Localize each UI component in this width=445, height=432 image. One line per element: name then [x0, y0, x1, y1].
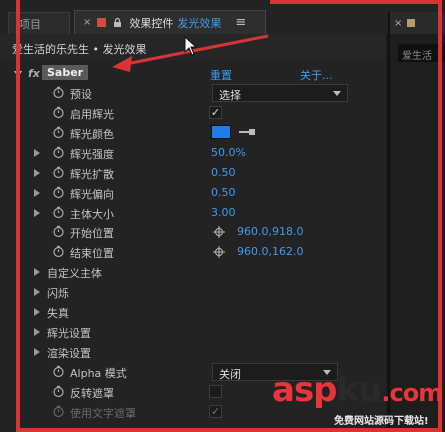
watermark-logo: aspku.com: [272, 370, 443, 410]
panel-color-icon: [407, 19, 416, 27]
chevron-right-icon[interactable]: [34, 209, 40, 217]
mouse-cursor-icon: [184, 36, 198, 56]
glow-intensity-value[interactable]: 50.0%: [211, 146, 246, 159]
tab-layer-name: 发光效果: [177, 16, 222, 30]
stopwatch-icon[interactable]: [52, 206, 65, 219]
prop-row-enable-glow: 启用辉光 ✓: [0, 103, 386, 123]
chevron-right-icon[interactable]: [34, 348, 40, 356]
glow-color-swatch[interactable]: [211, 125, 231, 139]
group-label: 自定义主体: [47, 267, 102, 280]
right-panel: × 爱生活: [388, 12, 445, 432]
lock-icon[interactable]: [112, 17, 123, 28]
prop-label: 结束位置: [70, 247, 114, 260]
tab-effect-controls[interactable]: × 效果控件 发光效果 ≡: [74, 10, 266, 34]
prop-row-glow-spread: 辉光扩散 0.50: [0, 163, 386, 183]
chevron-down-icon[interactable]: [14, 71, 22, 77]
annotation-box-top: [270, 0, 442, 4]
glow-spread-value[interactable]: 0.50: [211, 166, 236, 179]
group-label: 闪烁: [47, 287, 69, 300]
prop-row-end-pos: 结束位置 960.0,162.0: [0, 242, 386, 262]
tab-title: 效果控件 发光效果: [129, 15, 221, 31]
prop-label: 辉光扩散: [70, 168, 114, 181]
group-label: 失真: [47, 307, 69, 320]
group-row-glow-settings[interactable]: 辉光设置: [0, 322, 386, 342]
chevron-right-icon[interactable]: [34, 308, 40, 316]
stopwatch-icon[interactable]: [52, 166, 65, 179]
tab-project[interactable]: 项目: [8, 12, 70, 34]
watermark-brand-dark: ku: [336, 370, 383, 410]
right-panel-tab[interactable]: ×: [390, 12, 445, 34]
stopwatch-icon[interactable]: [52, 146, 65, 159]
stopwatch-icon[interactable]: [52, 86, 65, 99]
start-pos-value[interactable]: 960.0,918.0: [237, 225, 303, 238]
watermark-brand-red: asp: [272, 370, 338, 410]
chevron-right-icon[interactable]: [34, 189, 40, 197]
group-label: 辉光设置: [47, 327, 91, 340]
stopwatch-icon[interactable]: [52, 365, 65, 378]
tab-title-text: 效果控件: [129, 16, 174, 30]
prop-label: Alpha 模式: [70, 367, 127, 380]
stopwatch-icon[interactable]: [52, 106, 65, 119]
dropdown-value: 关闭: [219, 368, 241, 381]
glow-bias-value[interactable]: 0.50: [211, 186, 236, 199]
reset-link[interactable]: 重置: [210, 67, 232, 83]
invert-mask-checkbox[interactable]: [209, 385, 222, 398]
effect-name[interactable]: Saber: [42, 65, 89, 80]
chevron-down-icon: [333, 91, 341, 96]
stopwatch-icon: [53, 405, 64, 418]
right-panel-field[interactable]: 爱生活: [398, 44, 445, 62]
enable-glow-checkbox[interactable]: ✓: [209, 106, 222, 119]
prop-row-glow-bias: 辉光偏向 0.50: [0, 183, 386, 203]
prop-label: 辉光强度: [70, 148, 114, 161]
about-link[interactable]: 关于...: [300, 67, 333, 83]
prop-row-start-pos: 开始位置 960.0,918.0: [0, 222, 386, 242]
preset-dropdown[interactable]: 选择: [212, 84, 348, 102]
chevron-right-icon[interactable]: [34, 328, 40, 336]
end-pos-value[interactable]: 960.0,162.0: [237, 245, 303, 258]
use-text-mask-checkbox[interactable]: ✓: [209, 405, 222, 418]
crosshair-icon[interactable]: [213, 226, 225, 238]
dropdown-value: 选择: [219, 89, 241, 102]
watermark-tagline: 免费网站源码下载站!: [334, 416, 429, 427]
stopwatch-icon[interactable]: [52, 186, 65, 199]
chevron-right-icon[interactable]: [34, 288, 40, 296]
chevron-right-icon[interactable]: [34, 169, 40, 177]
panel-tab-strip: 项目 × 效果控件 发光效果 ≡: [0, 0, 445, 34]
panel-menu-icon[interactable]: ≡: [235, 15, 246, 30]
chevron-right-icon[interactable]: [34, 149, 40, 157]
prop-row-preset: 预设 选择: [0, 83, 386, 103]
prop-label: 预设: [70, 88, 92, 101]
fx-toggle-icon[interactable]: fx: [28, 67, 40, 80]
prop-row-glow-intensity: 辉光强度 50.0%: [0, 143, 386, 163]
stopwatch-icon[interactable]: [52, 225, 65, 238]
core-size-value[interactable]: 3.00: [211, 206, 236, 219]
prop-row-core-size: 主体大小 3.00: [0, 203, 386, 223]
stopwatch-icon[interactable]: [52, 385, 65, 398]
panel-color-icon: [97, 18, 107, 27]
group-row-flicker[interactable]: 闪烁: [0, 282, 386, 302]
crosshair-icon[interactable]: [213, 246, 225, 258]
watermark: aspku.com 免费网站源码下载站!: [272, 370, 443, 430]
prop-label: 反转遮罩: [70, 387, 114, 400]
group-row-distortion[interactable]: 失真: [0, 302, 386, 322]
stopwatch-icon[interactable]: [52, 126, 65, 139]
prop-row-glow-color: 辉光颜色: [0, 123, 386, 143]
group-row-custom-core[interactable]: 自定义主体: [0, 262, 386, 282]
prop-label: 使用文字遮罩: [70, 407, 136, 420]
chevron-right-icon[interactable]: [34, 268, 40, 276]
close-icon[interactable]: ×: [394, 18, 402, 29]
eyedropper-icon[interactable]: [237, 126, 257, 138]
stopwatch-icon[interactable]: [52, 245, 65, 258]
close-icon[interactable]: ×: [83, 17, 91, 28]
prop-label: 主体大小: [70, 208, 114, 221]
watermark-brand-suffix: .com: [381, 379, 443, 407]
prop-label: 辉光偏向: [70, 188, 114, 201]
group-row-render-settings[interactable]: 渲染设置: [0, 342, 386, 362]
prop-label: 辉光颜色: [70, 128, 114, 141]
effect-header-row: fx Saber 重置 关于...: [0, 64, 386, 84]
prop-label: 启用辉光: [70, 108, 114, 121]
group-label: 渲染设置: [47, 347, 91, 360]
prop-label: 开始位置: [70, 227, 114, 240]
